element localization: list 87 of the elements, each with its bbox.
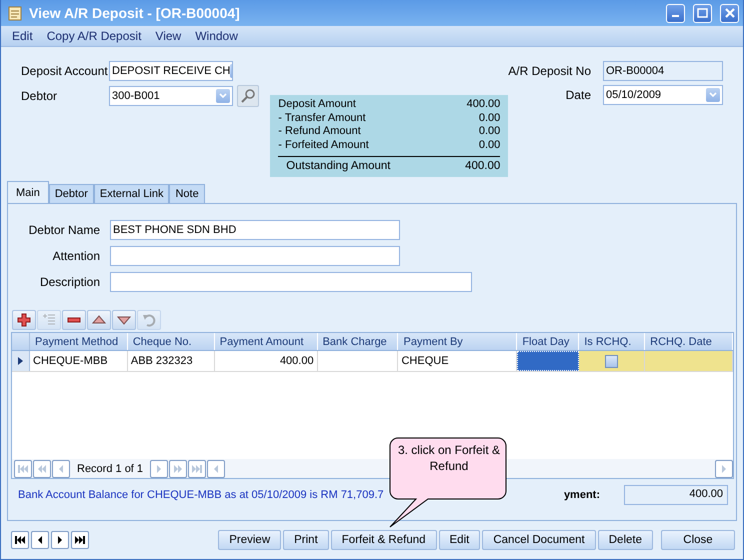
column-header[interactable]: Bank Charge xyxy=(318,333,398,350)
close-icon xyxy=(724,8,734,18)
minimize-button[interactable] xyxy=(666,4,685,22)
previous-record-icon[interactable] xyxy=(31,531,49,549)
column-header[interactable]: Payment By xyxy=(398,333,518,350)
table-cell: ABB 232323 xyxy=(128,351,215,371)
checkbox[interactable] xyxy=(605,354,618,368)
window-title: View A/R Deposit - [OR-B00004] xyxy=(29,5,241,21)
dropdown-field[interactable]: DEPOSIT RECEIVE CH xyxy=(109,61,233,81)
input-field[interactable] xyxy=(110,272,472,292)
action-button[interactable]: Cancel Document xyxy=(482,530,596,550)
action-button[interactable]: Preview xyxy=(218,530,282,550)
close-button[interactable] xyxy=(720,4,739,22)
input-field[interactable]: BEST PHONE SDN BHD xyxy=(110,220,400,240)
summary-amount: 0.00 xyxy=(478,125,500,138)
field-label: Description xyxy=(38,275,100,289)
field-label: Date xyxy=(566,88,591,102)
tab[interactable]: Debtor xyxy=(48,184,94,203)
summary-label: - Refund Amount xyxy=(278,125,362,138)
scroll-left-icon[interactable] xyxy=(207,460,226,478)
action-button[interactable]: Delete xyxy=(598,530,653,550)
next-page-icon[interactable] xyxy=(169,460,188,478)
payment-field: 400.00 xyxy=(624,485,728,505)
balance-text: Bank Account Balance for CHEQUE-MBB as at 05/10/2009 is RM 71,709.7 xyxy=(18,489,385,501)
field-value: 300-B001 xyxy=(112,90,160,102)
callout-text: 3. click on Forfeit & Refund xyxy=(396,442,502,474)
search-button[interactable] xyxy=(237,85,259,107)
document-icon xyxy=(7,5,23,21)
field-label: Debtor Name xyxy=(28,223,100,237)
action-button[interactable]: Print xyxy=(283,530,329,550)
move-up-icon[interactable] xyxy=(87,310,111,330)
summary-label: Outstanding Amount xyxy=(285,160,392,174)
next-record-icon[interactable] xyxy=(51,531,69,549)
summary-amount: 400.00 xyxy=(466,98,500,112)
summary-amount: 0.00 xyxy=(478,138,500,152)
scroll-right-icon[interactable] xyxy=(715,460,733,478)
field-label: Deposit Account xyxy=(21,64,107,78)
column-header[interactable]: Cheque No. xyxy=(128,333,215,350)
move-down-icon[interactable] xyxy=(112,310,136,330)
menu-item[interactable]: Copy A/R Deposit xyxy=(40,29,148,43)
action-button[interactable]: Close xyxy=(661,530,735,550)
first-record-icon[interactable] xyxy=(11,531,29,549)
menu-item[interactable]: View xyxy=(148,29,188,43)
summary-amount: 400.00 xyxy=(464,160,500,174)
dropdown-field[interactable]: 300-B001 xyxy=(109,86,233,106)
record-counter: Record 1 of 1 xyxy=(76,462,144,474)
input-field[interactable] xyxy=(110,246,400,266)
column-header[interactable]: Float Day xyxy=(517,333,580,350)
previous-page-icon[interactable] xyxy=(33,460,51,478)
next-icon[interactable] xyxy=(150,460,168,478)
last-record-icon[interactable] xyxy=(71,531,89,549)
last-page-icon[interactable] xyxy=(188,460,206,478)
minimize-icon xyxy=(672,15,679,17)
tab[interactable]: Note xyxy=(169,184,205,203)
table-cell: 400.00 xyxy=(214,351,318,371)
column-header[interactable]: Payment Amount xyxy=(214,333,318,350)
dropdown-icon[interactable] xyxy=(216,89,230,103)
add-row-icon[interactable] xyxy=(12,310,36,330)
input-field[interactable]: OR-B00004 xyxy=(603,61,723,81)
field-label: yment: xyxy=(564,489,600,501)
tab[interactable]: Main xyxy=(7,181,49,203)
action-button[interactable]: Forfeit & Refund xyxy=(330,530,437,550)
action-button[interactable]: Edit xyxy=(438,530,480,550)
field-label: Debtor xyxy=(21,89,58,103)
date-field[interactable]: 05/10/2009 xyxy=(603,85,723,105)
summary-label: - Forfeited Amount xyxy=(278,138,370,152)
summary-label: - Transfer Amount xyxy=(278,112,367,125)
summary-amount: 0.00 xyxy=(478,112,500,125)
column-header[interactable]: Is RCHQ. xyxy=(579,333,646,350)
dropdown-icon[interactable] xyxy=(706,88,720,102)
field-value: 05/10/2009 xyxy=(606,89,662,101)
column-header[interactable]: Payment Method xyxy=(30,333,128,350)
field-label: A/R Deposit No xyxy=(508,64,591,78)
focused-cell[interactable] xyxy=(517,351,580,371)
table-cell: CHEQUE-MBB xyxy=(30,351,128,371)
maximize-button[interactable] xyxy=(693,4,712,22)
menu-item[interactable]: Edit xyxy=(5,29,40,43)
menu-item[interactable]: Window xyxy=(188,29,245,43)
maximize-icon xyxy=(697,8,708,18)
column-header[interactable]: RCHQ. Date xyxy=(645,333,734,350)
remove-row-icon[interactable] xyxy=(62,310,86,330)
tab[interactable]: External Link xyxy=(94,184,170,203)
summary-label: Deposit Amount xyxy=(278,98,357,112)
field-label: Attention xyxy=(52,249,100,263)
previous-icon[interactable] xyxy=(52,460,70,478)
first-page-icon[interactable] xyxy=(14,460,32,478)
field-value: DEPOSIT RECEIVE CH xyxy=(112,65,230,77)
